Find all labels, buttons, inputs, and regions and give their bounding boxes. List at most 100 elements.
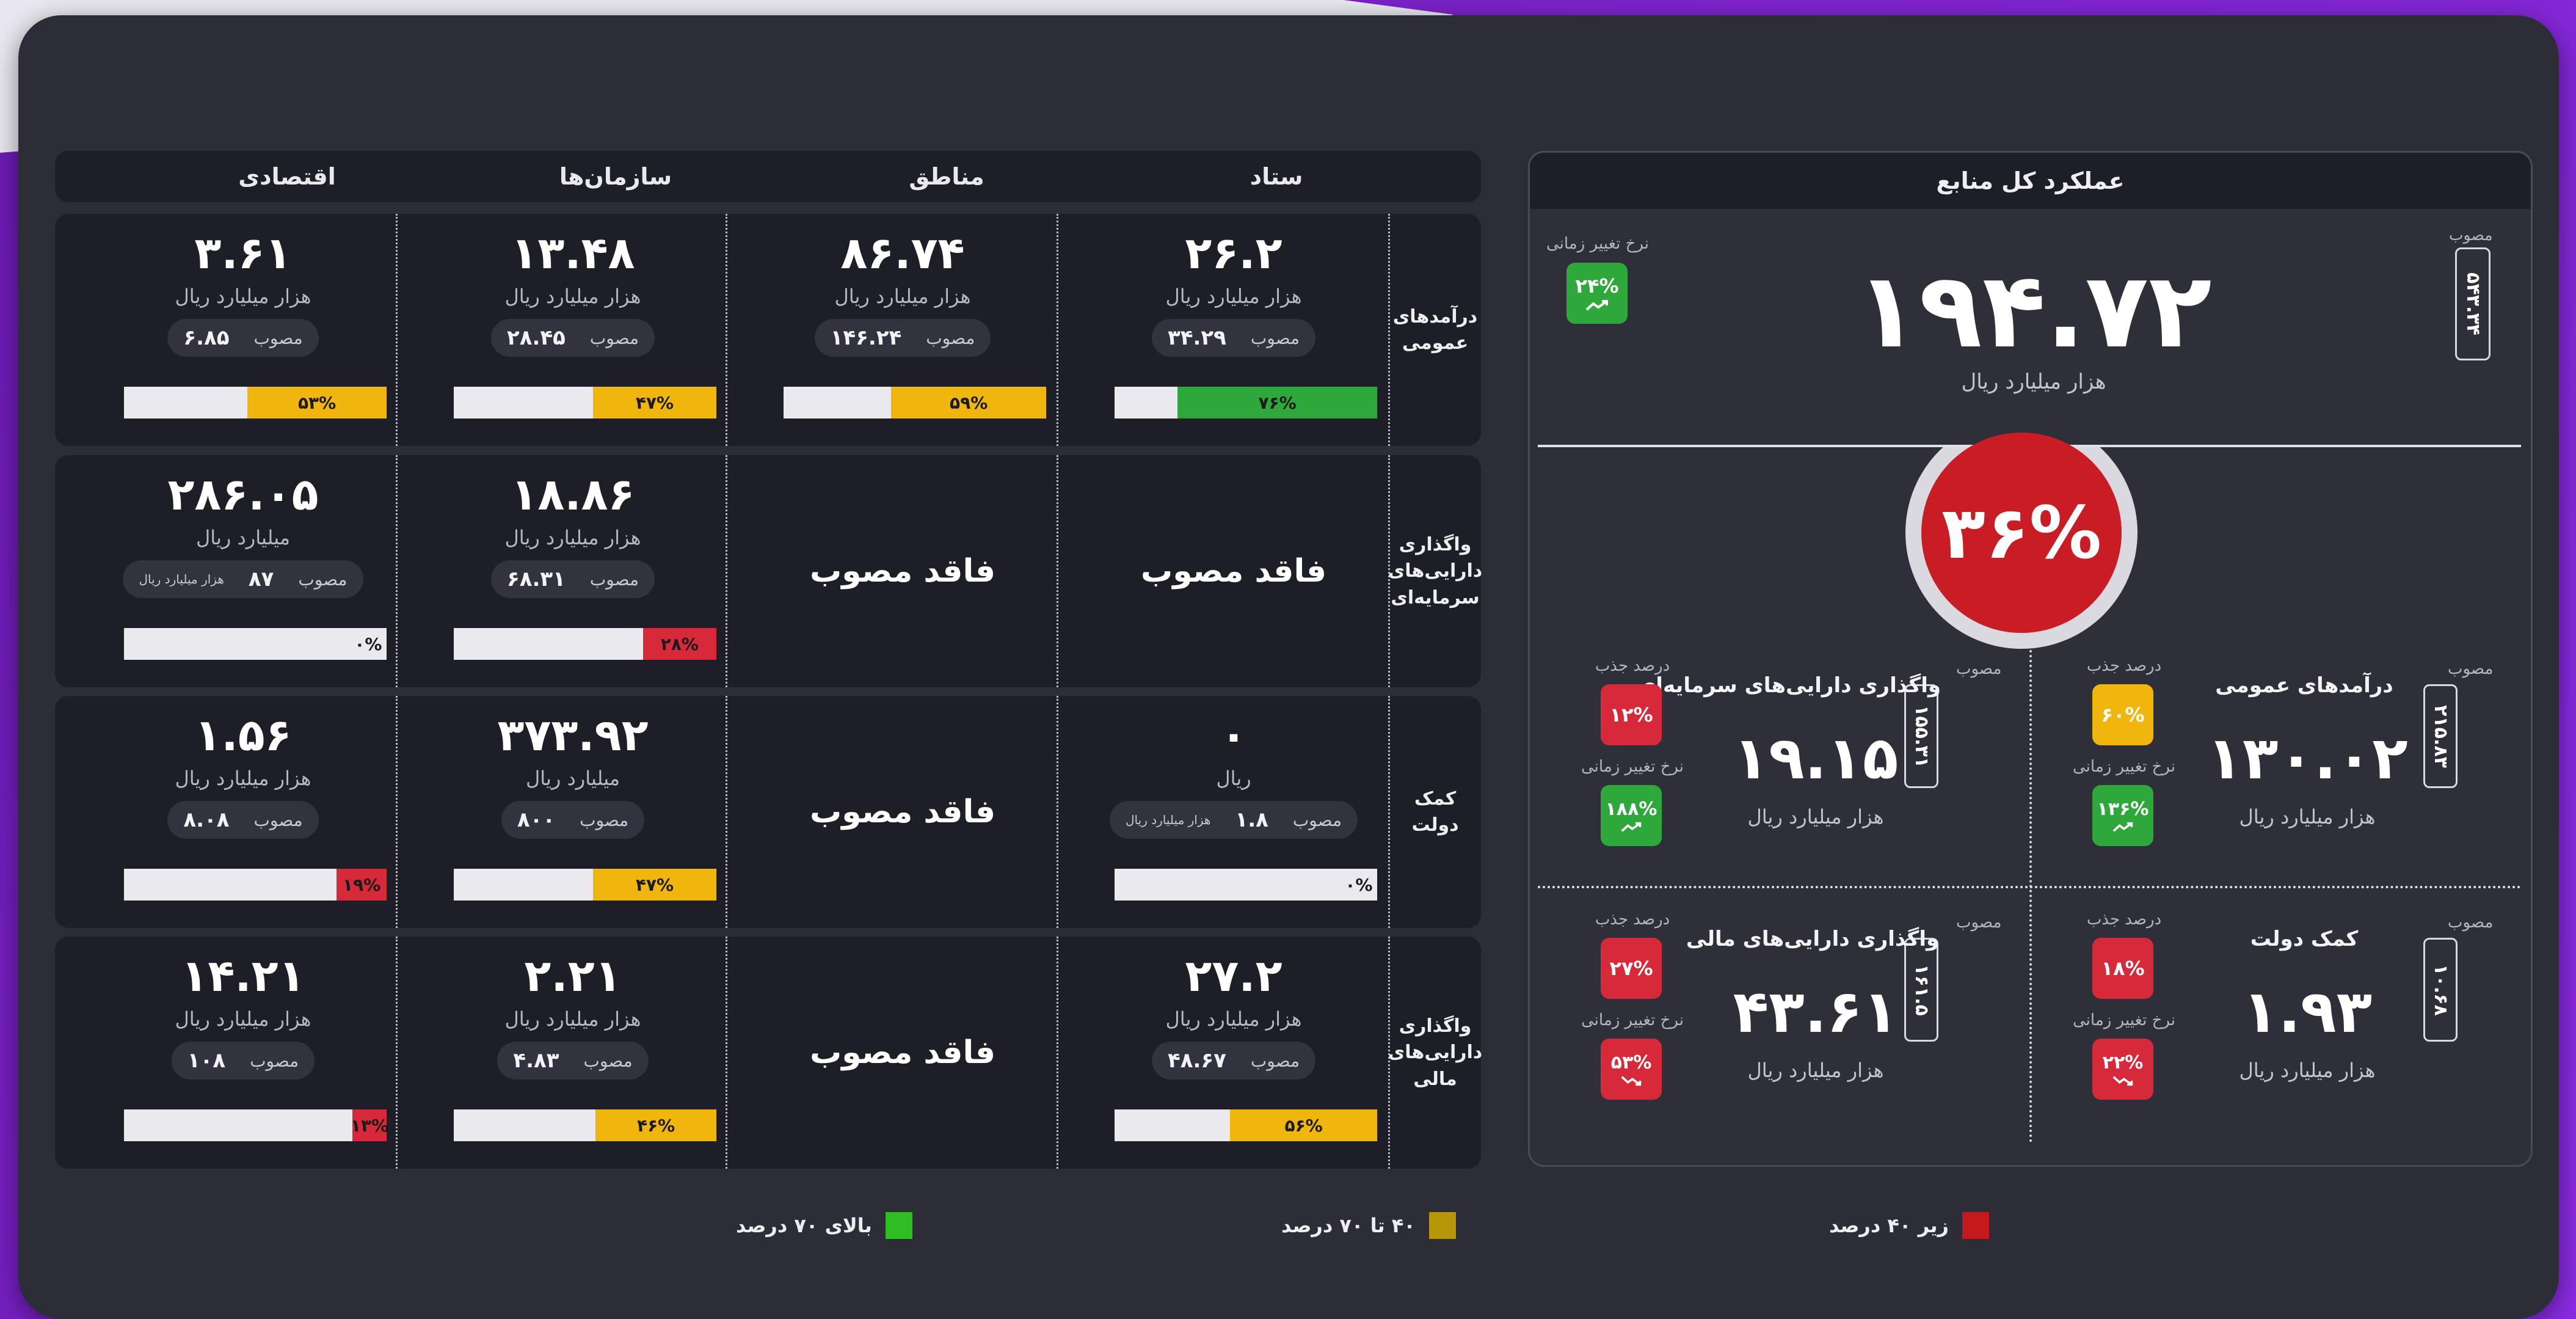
row-label: واگذاری دارایی‌های سرمایه‌ای: [1388, 533, 1483, 608]
quadrant-trend-value: ۵۳%: [1610, 1051, 1652, 1073]
total-gauge-percent: ۳۶%: [1921, 433, 2122, 633]
column-header-regions: مناطق: [909, 163, 984, 190]
approved-label: مصوب: [589, 327, 639, 348]
quadrant-unit: هزار میلیارد ریال: [1747, 1059, 1884, 1082]
cell-value: ۲.۲۱: [524, 950, 622, 1001]
progress-fill: ۴۷%: [592, 869, 716, 901]
approved-label: مصوب: [250, 1050, 299, 1071]
quadrant-title: واگذاری دارایی‌های مالی: [1686, 927, 1940, 951]
quadrant-absorb-label: درصد جذب: [1595, 657, 1670, 675]
quadrant-trend-label: نرخ تغییر زمانی: [1581, 1011, 1684, 1029]
quadrant-title: واگذاری دارایی‌های سرمایه‌ای: [1637, 673, 1941, 698]
cell-value: ۱۴.۲۱: [181, 950, 305, 1001]
approved-unit: هزار میلیارد ریال: [139, 572, 224, 586]
quadrant-approved-label: مصوب: [1956, 660, 2002, 678]
legend-item-high: بالای ۷۰ درصد: [736, 1211, 912, 1240]
progress-fill: ۷۶%: [1177, 387, 1377, 418]
approved-pill: مصوب ۲۸.۴۵: [490, 319, 655, 357]
matrix-cell: ۱۸.۸۶ هزار میلیارد ریال مصوب ۶۸.۳۱ ۲۸%: [408, 455, 738, 687]
approved-label: مصوب: [926, 327, 975, 348]
cell-value: ۰: [1220, 709, 1247, 761]
column-header-organizations: سازمان‌ها: [559, 163, 672, 190]
approved-pill: مصوب ۸.۰۸: [167, 801, 319, 839]
approved-value: ۱۰۸: [187, 1048, 226, 1073]
progress-percent: ۱۳%: [350, 1115, 389, 1136]
approved-pill: مصوب ۱۴۶.۲۴: [814, 319, 991, 357]
approved-pill: مصوب ۱۰۸: [171, 1042, 315, 1080]
quadrant-trend-label: نرخ تغییر زمانی: [2072, 1011, 2176, 1029]
approved-label: مصوب: [253, 327, 303, 348]
cell-unit: هزار میلیارد ریال: [175, 767, 311, 790]
matrix-row: واگذاری دارایی‌های سرمایه‌ای فاقد مصوب فاق…: [55, 455, 1483, 687]
matrix-row: درآمدهای عمومی ۲۶.۲ هزار میلیارد ریال مصوب ۳…: [55, 214, 1481, 446]
quadrant-approved-label: مصوب: [1956, 913, 2002, 932]
cell-unit: ریال: [1216, 767, 1251, 790]
quadrant-title: درآمدهای عمومی: [2215, 673, 2393, 698]
progress-fill: ۴۶%: [595, 1109, 716, 1141]
quadrant-trend-badge: ۱۳۶%: [2092, 785, 2153, 846]
approved-pill: مصوب ۸۰۰: [501, 801, 645, 839]
trend-up-icon: [2112, 822, 2133, 832]
progress-bar: ۰%: [124, 628, 387, 660]
progress-fill: ۵۹%: [891, 387, 1046, 418]
progress-percent: ۴۷%: [635, 874, 674, 895]
progress-fill: ۱۳%: [350, 1109, 389, 1141]
trend-down-icon: [1621, 1075, 1642, 1086]
progress-fill: ۰%: [350, 628, 387, 660]
cell-value: ۱۸.۸۶: [511, 469, 635, 520]
approved-label: مصوب: [253, 809, 303, 830]
matrix-cell: ۳.۶۱ هزار میلیارد ریال مصوب ۶.۸۵ ۵۳%: [78, 214, 408, 446]
approved-label: مصوب: [1292, 809, 1342, 830]
progress-fill: ۱۹%: [337, 869, 387, 901]
row-label: درآمدهای عمومی: [1392, 305, 1478, 354]
progress-fill: ۴۷%: [592, 387, 716, 418]
approved-value: ۶۸.۳۱: [506, 567, 566, 591]
legend-swatch-red: [1962, 1212, 1989, 1239]
quadrant-unit: هزار میلیارد ریال: [2239, 805, 2376, 828]
cell-unit: هزار میلیارد ریال: [175, 285, 311, 308]
no-approval-text: فاقد مصوب: [1140, 553, 1327, 590]
progress-percent: ۷۶%: [1258, 392, 1297, 413]
progress-bar: ۵۳%: [124, 387, 387, 418]
quadrant-absorb-label: درصد جذب: [2086, 910, 2162, 929]
progress-bar: ۵۹%: [784, 387, 1046, 418]
legend-swatch-green: [885, 1212, 912, 1239]
total-approved-tag: ۵۴۳.۳۴: [2455, 247, 2490, 360]
quadrant-trend-badge: ۲۲%: [2092, 1039, 2153, 1100]
trend-down-icon: [2112, 1075, 2133, 1086]
progress-percent: ۵۹%: [950, 392, 988, 413]
cell-value: ۱۳.۴۸: [511, 227, 635, 279]
quadrant-trend-label: نرخ تغییر زمانی: [1581, 758, 1684, 776]
total-unit: هزار میلیارد ریال: [1961, 370, 2106, 394]
approved-pill: مصوب ۴.۸۳: [497, 1042, 649, 1080]
progress-percent: ۱۹%: [343, 874, 381, 895]
quadrant-unit: هزار میلیارد ریال: [1747, 805, 1884, 828]
no-approval-text: فاقد مصوب: [809, 553, 996, 590]
matrix-cell: ۸۶.۷۴ هزار میلیارد ریال مصوب ۱۴۶.۲۴ ۵۹%: [738, 214, 1068, 446]
progress-fill: ۲۸%: [642, 628, 716, 660]
quadrant-trend-label: نرخ تغییر زمانی: [2072, 758, 2176, 776]
cell-unit: میلیارد ریال: [525, 767, 620, 790]
quadrant-absorb-badge: ۱۲%: [1601, 684, 1662, 745]
approved-value: ۳۴.۲۹: [1167, 326, 1226, 350]
progress-percent: ۴۶%: [636, 1115, 675, 1136]
total-trend-badge: ۲۴%: [1566, 263, 1628, 324]
no-approval-text: فاقد مصوب: [809, 794, 996, 830]
cell-value: ۲۷.۲: [1185, 950, 1283, 1001]
legend-item-low: زیر ۴۰ درصد: [1829, 1211, 1989, 1240]
quadrant-absorb-value: ۱۲%: [1609, 703, 1653, 726]
summary-divider-middle: [1538, 886, 2521, 888]
quadrant-title: کمک دولت: [2250, 927, 2359, 951]
matrix-row: واگذاری دارایی‌های مالی ۲۷.۲ هزار میلیارد …: [55, 937, 1482, 1169]
progress-bar: ۲۸%: [454, 628, 716, 660]
progress-percent: ۴۷%: [635, 392, 674, 413]
quadrant-absorb-badge: ۱۸%: [2092, 938, 2153, 999]
approved-value: ۸۰۰: [517, 808, 556, 832]
cell-value: ۸۶.۷۴: [840, 227, 965, 279]
approved-pill: مصوب ۶۸.۳۱: [490, 560, 655, 598]
matrix-cell: ۲۸۶.۰۵ میلیارد ریال مصوب ۸۷ هزار میلیارد ریا…: [78, 455, 408, 687]
legend-item-mid: ۴۰ تا ۷۰ درصد: [1281, 1211, 1456, 1240]
trend-up-icon: [1621, 822, 1642, 832]
legend-label-low: زیر ۴۰ درصد: [1829, 1214, 1949, 1237]
quadrant-absorb-label: درصد جذب: [2086, 657, 2162, 675]
